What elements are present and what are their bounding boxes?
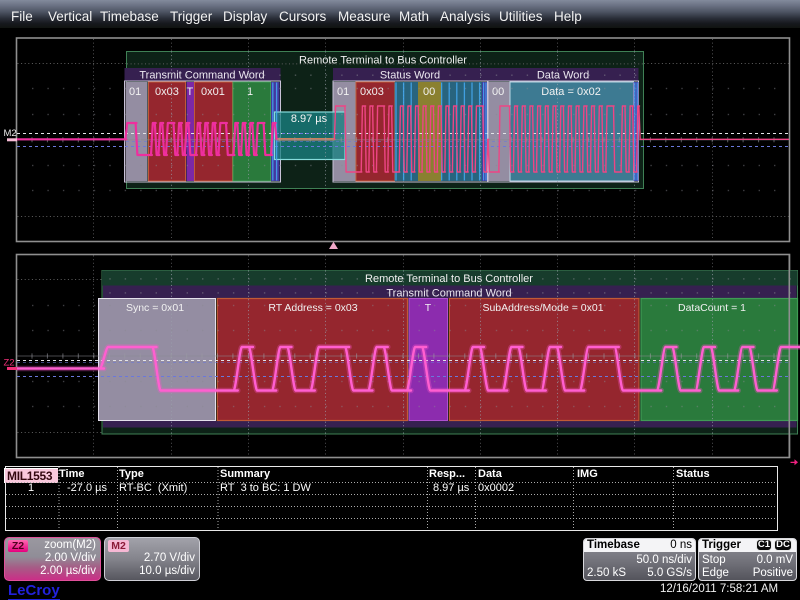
svg-text:1: 1 [247,86,253,98]
svg-text:Data Word: Data Word [537,70,589,82]
svg-text:00: 00 [492,86,504,98]
svg-text:Remote Terminal to Bus Control: Remote Terminal to Bus Controller [299,55,467,67]
svg-text:Transmit Command Word: Transmit Command Word [386,288,511,300]
svg-text:8.97 µs: 8.97 µs [291,113,328,125]
svg-text:Sync = 0x01: Sync = 0x01 [126,302,184,314]
svg-text:Z2: Z2 [4,358,15,369]
svg-text:SubAddress/Mode = 0x01: SubAddress/Mode = 0x01 [482,302,603,314]
svg-text:Data = 0x02: Data = 0x02 [541,86,601,98]
svg-text:01: 01 [337,86,349,98]
svg-text:0x03: 0x03 [155,86,179,98]
svg-text:01: 01 [129,86,141,98]
svg-text:0x03: 0x03 [360,86,384,98]
svg-text:Remote Terminal to Bus Control: Remote Terminal to Bus Controller [365,273,533,285]
svg-text:00: 00 [423,86,435,98]
svg-text:0x01: 0x01 [201,86,225,98]
svg-text:M2: M2 [4,128,17,139]
svg-text:T: T [425,302,432,314]
svg-text:RT Address = 0x03: RT Address = 0x03 [268,302,357,314]
